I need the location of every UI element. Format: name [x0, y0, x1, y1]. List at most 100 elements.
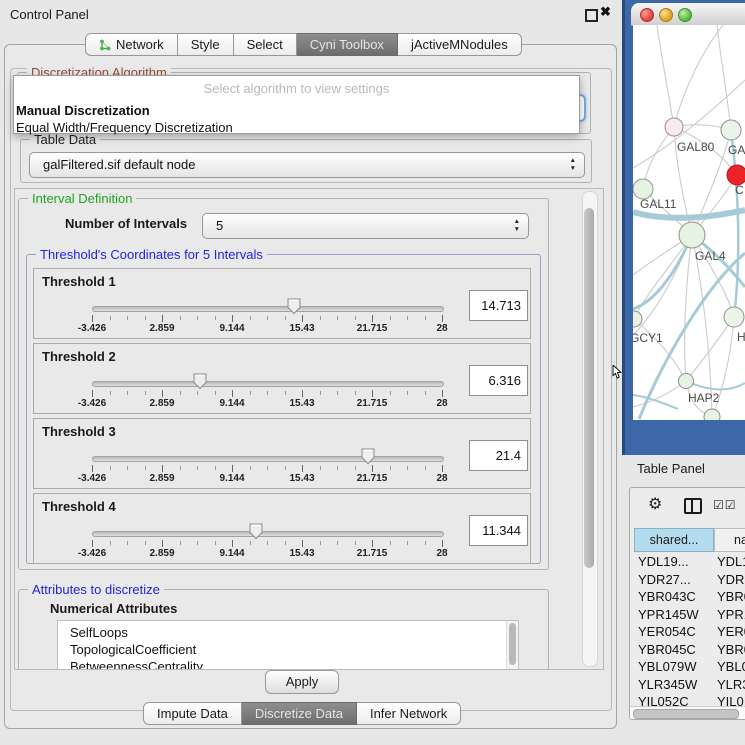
network-node[interactable]	[704, 409, 720, 420]
threshold-value-field[interactable]: 6.316	[469, 365, 528, 396]
algorithm-options: Manual Discretization Equal Width/Frequen…	[14, 103, 579, 135]
threshold-value-field[interactable]: 14.713	[469, 290, 528, 321]
table-row[interactable]: YBL079WYBL0	[633, 659, 745, 677]
slider-tick-label: 21.715	[344, 548, 400, 559]
table-row[interactable]: YIL052CYIL0	[633, 694, 745, 706]
network-canvas[interactable]: GAL80GACGAL11GAL4GCY1HHAP2	[633, 25, 745, 420]
table-row[interactable]: YDL19...YDL1	[633, 554, 745, 572]
slider-tick	[442, 540, 443, 547]
number-of-intervals-value: 5	[216, 214, 223, 238]
slider-tick	[145, 541, 146, 545]
slider-tick-label: 15.43	[274, 323, 330, 334]
attribute-list-item[interactable]: TopologicalCoefficient	[58, 641, 518, 658]
slider-thumb[interactable]	[287, 298, 301, 315]
top-tab-bar: NetworkStyleSelectCyni Toolbox jActiveMNo…	[85, 33, 522, 56]
table-hscrollbar-thumb[interactable]	[633, 709, 739, 719]
stepper-icon[interactable]: ▲▼	[570, 157, 576, 173]
node-label: GA	[728, 143, 745, 157]
slider-tick	[285, 391, 286, 395]
tab-cyni-toolbox[interactable]: Cyni Toolbox	[297, 33, 398, 56]
table-row[interactable]: YPR145WYPR1	[633, 607, 745, 625]
slider-thumb[interactable]	[361, 448, 375, 465]
slider-track[interactable]	[92, 531, 444, 537]
slider-track[interactable]	[92, 306, 444, 312]
node-label: C	[735, 183, 744, 197]
gear-icon[interactable]: ⚙	[648, 494, 662, 514]
number-of-intervals-combo[interactable]: 5 ▲▼	[202, 213, 529, 239]
slider-tick	[390, 391, 391, 395]
column-header-shared-name[interactable]: shared...	[634, 528, 714, 552]
threshold-panel: Threshold 2-3.4262.8599.14415.4321.71528…	[33, 343, 531, 414]
table-data-combo[interactable]: galFiltered.sif default node ▲▼	[29, 152, 585, 178]
slider-tick	[232, 315, 233, 322]
tab-jactivemnodules[interactable]: jActiveMNodules	[398, 33, 522, 56]
algorithm-option-manual-discretization[interactable]: Manual Discretization	[14, 103, 579, 118]
column-header-name[interactable]: na	[714, 528, 745, 552]
network-node-hap2[interactable]	[679, 374, 694, 389]
stepper-icon[interactable]: ▲▼	[514, 218, 520, 234]
node-label: GCY1	[633, 331, 663, 345]
slider-tick-label: 9.144	[204, 473, 260, 484]
slider-tick	[162, 465, 163, 472]
tab-select[interactable]: Select	[234, 33, 297, 56]
apply-button[interactable]: Apply	[265, 670, 339, 694]
slider-thumb[interactable]	[193, 373, 207, 390]
slider-tick	[302, 315, 303, 322]
tab-style[interactable]: Style	[178, 33, 234, 56]
threshold-value-field[interactable]: 21.4	[469, 440, 528, 471]
close-traffic-light-icon[interactable]	[640, 8, 654, 22]
list-scrollbar[interactable]	[506, 621, 518, 670]
network-node-h[interactable]	[724, 307, 744, 327]
slider-tick	[355, 391, 356, 395]
settings-scrollbar[interactable]	[582, 191, 598, 667]
table-row[interactable]: YBR045CYBR0	[633, 642, 745, 660]
list-scrollbar-thumb[interactable]	[509, 623, 516, 665]
table-cell-shared-name: YER054C	[638, 624, 696, 639]
threshold-value-field[interactable]: 11.344	[469, 515, 528, 546]
checkbox-icons[interactable]: ☑☑	[713, 498, 737, 512]
network-node-gal11[interactable]	[633, 179, 653, 199]
algorithm-option-equal-width-frequency-discretization[interactable]: Equal Width/Frequency Discretization	[14, 120, 579, 135]
tab-network[interactable]: Network	[85, 33, 178, 56]
table-cell-name: YLR3	[717, 677, 745, 692]
float-window-icon[interactable]	[585, 9, 598, 22]
table-row[interactable]: YDR27...YDR2	[633, 572, 745, 590]
tab-label: jActiveMNodules	[411, 34, 508, 55]
table-row[interactable]: YLR345WYLR3	[633, 677, 745, 695]
table-row[interactable]: YBR043CYBR0	[633, 589, 745, 607]
table-hscrollbar[interactable]	[630, 706, 745, 719]
columns-icon[interactable]	[684, 498, 702, 514]
zoom-traffic-light-icon[interactable]	[678, 8, 692, 22]
minimize-traffic-light-icon[interactable]	[659, 8, 673, 22]
network-node-ga[interactable]	[721, 120, 741, 140]
settings-scrollbar-thumb[interactable]	[584, 208, 594, 568]
attribute-list-item[interactable]: BetweennessCentrality	[58, 658, 518, 670]
tab-impute-data[interactable]: Impute Data	[143, 702, 242, 725]
network-node-c[interactable]	[727, 165, 745, 185]
node-label: GAL4	[695, 249, 726, 263]
slider-track[interactable]	[92, 381, 444, 387]
slider-tick-label: 2.859	[134, 323, 190, 334]
attribute-list-item[interactable]: SelfLoops	[58, 624, 518, 641]
slider-thumb[interactable]	[249, 523, 263, 540]
slider-tick-label: -3.426	[64, 323, 120, 334]
tab-discretize-data[interactable]: Discretize Data	[242, 702, 357, 725]
thresholds-group-label: Threshold's Coordinates for 5 Intervals	[36, 247, 267, 262]
slider-tick	[407, 391, 408, 395]
network-node-gal4[interactable]	[679, 222, 705, 248]
network-window-titlebar	[631, 3, 745, 26]
slider-track[interactable]	[92, 456, 444, 462]
close-icon[interactable]: ✖	[600, 4, 611, 20]
tab-infer-network[interactable]: Infer Network	[357, 702, 461, 725]
slider-tick	[372, 465, 373, 472]
table-row[interactable]: YER054CYER0	[633, 624, 745, 642]
slider-tick	[390, 316, 391, 320]
slider-tick	[355, 466, 356, 470]
network-node-gal80[interactable]	[665, 118, 683, 136]
slider-tick	[267, 316, 268, 320]
threshold-label: Threshold 1	[42, 274, 116, 289]
numerical-attributes-list[interactable]: SelfLoopsTopologicalCoefficientBetweenne…	[57, 620, 519, 670]
slider-tick	[162, 540, 163, 547]
algorithm-placeholder: Select algorithm to view settings	[14, 76, 579, 96]
table-cell-shared-name: YDR27...	[638, 572, 691, 587]
